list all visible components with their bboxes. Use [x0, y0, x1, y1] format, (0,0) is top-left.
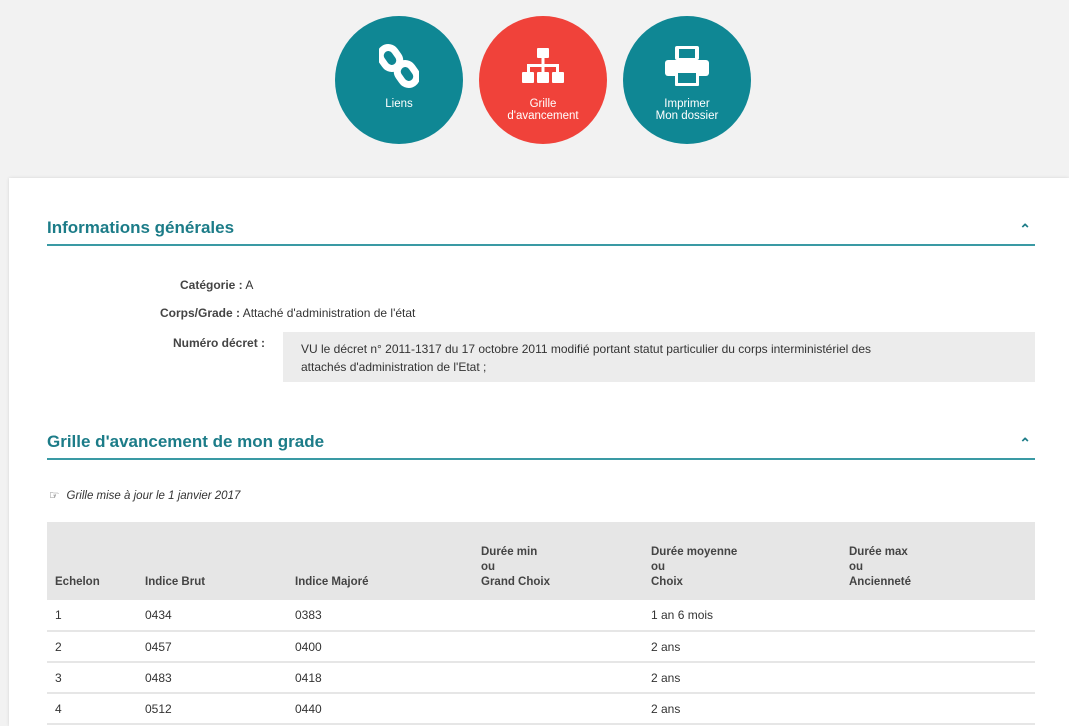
cell-echelon: 2: [47, 631, 137, 663]
header-duree-moyenne: Durée moyenne ou Choix: [643, 522, 841, 600]
cell-indice-brut: 0512: [137, 693, 287, 725]
header-duree-moy-line3: Choix: [651, 576, 683, 588]
header-duree-moy-line1: Durée moyenne: [651, 546, 738, 558]
category-row: Catégorie : A: [180, 278, 253, 292]
action-buttons: Liens Grille d'avancement Imprimer Mon d…: [335, 16, 751, 144]
cell-duree-min: [473, 662, 643, 694]
grid-section-title: Grille d'avancement de mon grade: [47, 432, 325, 451]
header-duree-min-line2: ou: [481, 561, 496, 573]
link-icon: [379, 42, 419, 90]
cell-echelon: 1: [47, 600, 137, 632]
cell-indice-brut: 0457: [137, 631, 287, 663]
collapse-caret-icon[interactable]: ⌃: [1019, 435, 1031, 452]
decree-label-row: Numéro décret :: [173, 336, 265, 350]
header-duree-min-line1: Durée min: [481, 546, 538, 558]
cell-duree-max: [841, 631, 1035, 663]
cell-duree-moyenne: 2 ans: [643, 631, 841, 663]
corps-label: Corps/Grade :: [160, 306, 241, 320]
links-label: Liens: [385, 98, 413, 110]
grid-update-note: ☞ Grille mise à jour le 1 janvier 2017: [49, 488, 240, 502]
grid-label: Grille d'avancement: [507, 98, 578, 122]
cell-duree-moyenne: 2 ans: [643, 693, 841, 725]
cell-indice-brut: 0483: [137, 662, 287, 694]
table-row: 3 0483 0418 2 ans: [47, 662, 1035, 694]
cell-duree-moyenne: 1 an 6 mois: [643, 600, 841, 632]
cell-duree-min: [473, 631, 643, 663]
printer-icon: [665, 42, 709, 90]
table-row: 1 0434 0383 1 an 6 mois: [47, 600, 1035, 632]
grid-label-line1: Grille: [529, 98, 557, 110]
general-info-header[interactable]: Informations générales ⌃: [47, 218, 1035, 246]
print-label: Imprimer Mon dossier: [656, 98, 719, 122]
links-button[interactable]: Liens: [335, 16, 463, 144]
decree-value: VU le décret n° 2011-1317 du 17 octobre …: [283, 332, 1035, 382]
cell-indice-majore: 0383: [287, 600, 473, 632]
grid-button[interactable]: Grille d'avancement: [479, 16, 607, 144]
advancement-table: Echelon Indice Brut Indice Majoré Durée …: [47, 522, 1035, 725]
cell-echelon: 4: [47, 693, 137, 725]
decree-line1: VU le décret n° 2011-1317 du 17 octobre …: [301, 342, 872, 356]
grid-label-line2: d'avancement: [507, 110, 579, 122]
header-duree-max-line1: Durée max: [849, 546, 908, 558]
content-panel: Informations générales ⌃ Catégorie : A C…: [9, 178, 1069, 726]
cell-duree-max: [841, 693, 1035, 725]
corps-value: Attaché d'administration de l'état: [242, 306, 416, 320]
cell-duree-min: [473, 693, 643, 725]
category-label: Catégorie :: [180, 278, 243, 292]
collapse-caret-icon[interactable]: ⌃: [1019, 221, 1031, 238]
header-indice-brut: Indice Brut: [145, 576, 206, 588]
category-value: A: [245, 278, 254, 292]
pointing-hand-icon: ☞: [49, 490, 60, 502]
table-header-row: Echelon Indice Brut Indice Majoré Durée …: [47, 522, 1035, 600]
cell-echelon: 3: [47, 662, 137, 694]
header-echelon: Echelon: [55, 576, 100, 588]
grid-section-header[interactable]: Grille d'avancement de mon grade ⌃: [47, 432, 1035, 460]
header-duree-min: Durée min ou Grand Choix: [473, 522, 643, 600]
general-info-title: Informations générales: [47, 218, 235, 237]
action-bar: Liens Grille d'avancement Imprimer Mon d…: [0, 0, 1069, 178]
table-row: 4 0512 0440 2 ans: [47, 693, 1035, 725]
header-duree-max: Durée max ou Ancienneté: [841, 522, 1035, 600]
sitemap-icon: [522, 42, 564, 90]
header-duree-max-line2: ou: [849, 561, 864, 573]
print-label-line2: Mon dossier: [655, 110, 719, 122]
print-label-line1: Imprimer: [664, 98, 710, 110]
cell-indice-majore: 0400: [287, 631, 473, 663]
cell-indice-brut: 0434: [137, 600, 287, 632]
print-button[interactable]: Imprimer Mon dossier: [623, 16, 751, 144]
header-duree-min-line3: Grand Choix: [481, 576, 551, 588]
decree-line2: attachés d'administration de l'Etat ;: [301, 360, 487, 374]
decree-label: Numéro décret :: [173, 336, 266, 350]
table-row: 2 0457 0400 2 ans: [47, 631, 1035, 663]
header-indice-majore: Indice Majoré: [295, 576, 369, 588]
cell-duree-max: [841, 600, 1035, 632]
header-duree-moy-line2: ou: [651, 561, 666, 573]
grid-update-text: Grille mise à jour le 1 janvier 2017: [66, 490, 241, 502]
corps-row: Corps/Grade : Attaché d'administration d…: [160, 306, 415, 320]
cell-duree-moyenne: 2 ans: [643, 662, 841, 694]
cell-indice-majore: 0418: [287, 662, 473, 694]
cell-duree-min: [473, 600, 643, 632]
cell-indice-majore: 0440: [287, 693, 473, 725]
cell-duree-max: [841, 662, 1035, 694]
header-duree-max-line3: Ancienneté: [849, 576, 911, 588]
